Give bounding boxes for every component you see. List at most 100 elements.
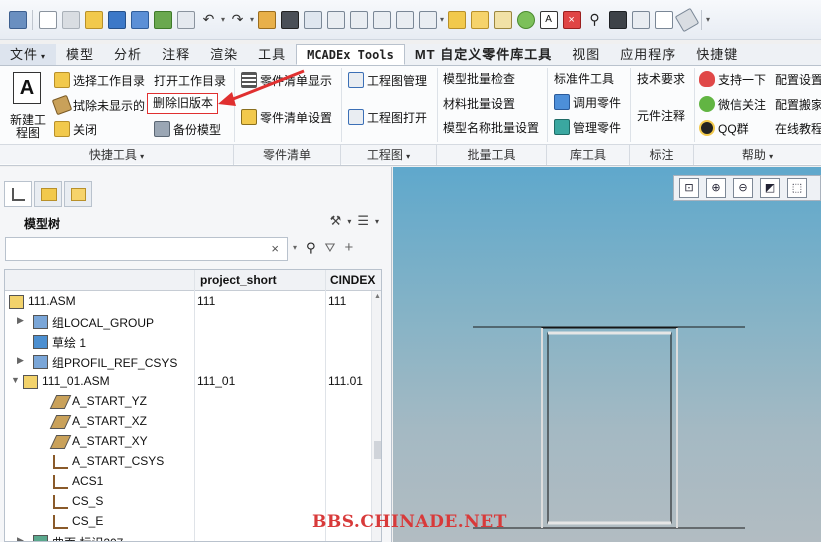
graphics-viewport[interactable]: ⊡ ⊕ ⊖ ◩ ⬚	[393, 167, 821, 542]
new-file-icon[interactable]	[38, 10, 57, 29]
save-copy-icon[interactable]	[130, 10, 149, 29]
tree-row[interactable]: 草绘 1	[5, 332, 381, 352]
tree-columns-icon[interactable]: ☰	[357, 213, 369, 229]
measure-icon[interactable]	[674, 7, 699, 32]
regenerate-icon[interactable]	[153, 10, 172, 29]
tab-analysis[interactable]: 分析	[104, 44, 152, 65]
params-icon[interactable]	[303, 10, 322, 29]
clear-icon[interactable]: ×	[271, 241, 279, 256]
open-folder-icon[interactable]	[84, 10, 103, 29]
redo-icon[interactable]: ↷	[229, 11, 247, 29]
redo-dropdown-icon[interactable]: ▾	[250, 15, 254, 24]
parts-list-show-button[interactable]: 零件清单显示	[241, 70, 332, 90]
new-drawing-button[interactable]: A 新建工程图	[6, 70, 48, 142]
undo-dropdown-icon[interactable]: ▾	[221, 15, 225, 24]
model-name-batch-button[interactable]: 模型名称批量设置	[443, 117, 539, 137]
standard-parts-button[interactable]: 标准件工具	[554, 68, 614, 88]
drawing-manage-button[interactable]: 工程图管理	[348, 70, 427, 90]
binoculars-icon[interactable]	[608, 10, 627, 29]
tree-scrollbar[interactable]: ▲	[371, 291, 381, 541]
tab-file[interactable]: 文件 ▾	[0, 44, 57, 65]
chevron-right-icon[interactable]: ▶	[17, 315, 24, 326]
qq-group-button[interactable]: QQ群	[699, 118, 749, 138]
layers-icon[interactable]	[418, 10, 437, 29]
tree-row[interactable]: ▶ 曲面 标识207	[5, 532, 381, 541]
status-green-icon[interactable]	[516, 10, 535, 29]
tab-model[interactable]: 模型	[56, 44, 104, 65]
open-workdir-button[interactable]: 打开工作目录	[154, 70, 226, 90]
column-header-cindex[interactable]: CINDEX	[330, 273, 375, 287]
scroll-up-icon[interactable]: ▲	[374, 293, 381, 300]
folder-icon[interactable]	[447, 10, 466, 29]
parts-list-settings-button[interactable]: 零件清单设置	[241, 107, 332, 127]
tab-mcadex-tools[interactable]: MCADEx Tools	[296, 44, 405, 65]
tab-annotate[interactable]: 注释	[152, 44, 200, 65]
find-icon[interactable]: ⚲	[586, 11, 604, 29]
scrollbar-thumb[interactable]	[374, 441, 381, 459]
text-box-icon[interactable]: A	[539, 10, 558, 29]
backup-model-button[interactable]: 备份模型	[154, 119, 221, 139]
model-info-icon[interactable]	[372, 10, 391, 29]
component-icon[interactable]	[395, 10, 414, 29]
tab-render[interactable]: 渲染	[200, 44, 248, 65]
undo-icon[interactable]: ↶	[200, 11, 218, 29]
column-header-project-short[interactable]: project_short	[200, 273, 277, 287]
tree-row[interactable]: ▼ 111_01.ASM 111_01 111.01	[5, 372, 381, 392]
manage-part-button[interactable]: 管理零件	[554, 117, 621, 137]
tab-mt-part-library[interactable]: MT 自定义零件库工具	[405, 44, 562, 65]
table-icon[interactable]	[631, 10, 650, 29]
checklist-icon[interactable]	[654, 10, 673, 29]
favorites-tab-icon[interactable]	[64, 181, 92, 207]
drawing-open-button[interactable]: 工程图打开	[348, 107, 427, 127]
tree-row[interactable]: ▶ 组PROFIL_REF_CSYS	[5, 352, 381, 372]
sketch-tool-icon[interactable]	[493, 10, 512, 29]
chevron-right-icon[interactable]: ▶	[17, 535, 24, 541]
family-table-icon[interactable]	[326, 10, 345, 29]
tree-row[interactable]: ▶ 组LOCAL_GROUP	[5, 312, 381, 332]
tree-row[interactable]: A_START_XZ	[5, 412, 381, 432]
save-icon[interactable]	[107, 10, 126, 29]
tree-row[interactable]: 111.ASM 111 111	[5, 292, 381, 312]
chevron-down-icon[interactable]: ▾	[293, 243, 297, 252]
camera-icon[interactable]	[280, 10, 299, 29]
layers-dropdown-icon[interactable]: ▾	[440, 15, 444, 24]
tree-settings-icon[interactable]: ⚒	[330, 213, 342, 229]
tech-requirements-button[interactable]: 技术要求	[637, 68, 685, 88]
chevron-right-icon[interactable]: ▶	[17, 355, 24, 366]
close-button[interactable]: 关闭	[54, 119, 97, 139]
chevron-down-icon[interactable]: ▼	[11, 375, 20, 385]
tab-tools[interactable]: 工具	[248, 44, 296, 65]
material-batch-button[interactable]: 材料批量设置	[443, 93, 515, 113]
print-icon[interactable]	[61, 10, 80, 29]
add-icon[interactable]: +	[344, 239, 353, 256]
qat-customize-dropdown-icon[interactable]: ▾	[706, 15, 710, 24]
config-settings-button[interactable]: 配置设置	[775, 69, 821, 89]
group-help[interactable]: 帮助 ▾	[694, 145, 821, 165]
chevron-down-icon[interactable]: ▾	[375, 217, 379, 226]
model-batch-check-button[interactable]: 模型批量检查	[443, 68, 515, 88]
tree-search-input[interactable]: ×	[5, 237, 288, 261]
binoculars-icon[interactable]: ⚲	[306, 240, 316, 256]
window-icon[interactable]	[176, 10, 195, 29]
relations-icon[interactable]	[349, 10, 368, 29]
tree-row[interactable]: CS_S	[5, 492, 381, 512]
tree-row[interactable]: ACS1	[5, 472, 381, 492]
tab-shortcuts[interactable]: 快捷键	[686, 44, 748, 65]
tree-row[interactable]: A_START_CSYS	[5, 452, 381, 472]
group-quick-tools[interactable]: 快捷工具 ▾	[0, 145, 234, 165]
call-part-button[interactable]: 调用零件	[554, 92, 621, 112]
tab-applications[interactable]: 应用程序	[610, 44, 686, 65]
support-button[interactable]: 支持一下	[699, 69, 766, 89]
tab-view[interactable]: 视图	[562, 44, 610, 65]
group-drawing[interactable]: 工程图 ▾	[341, 145, 437, 165]
delete-old-versions-button[interactable]: 删除旧版本	[147, 93, 218, 114]
folder-open-icon[interactable]	[470, 10, 489, 29]
online-tutorial-button[interactable]: 在线教程	[775, 118, 821, 138]
filter-icon[interactable]: ⛛	[325, 240, 336, 256]
edit-icon[interactable]	[257, 10, 276, 29]
erase-not-displayed-button[interactable]: 拭除未显示的	[51, 94, 145, 116]
select-workdir-button[interactable]: 选择工作目录	[54, 70, 145, 90]
model-tree-tab-icon[interactable]	[4, 181, 32, 207]
config-migrate-button[interactable]: 配置搬家	[775, 94, 821, 114]
chevron-down-icon[interactable]: ▾	[347, 217, 351, 226]
